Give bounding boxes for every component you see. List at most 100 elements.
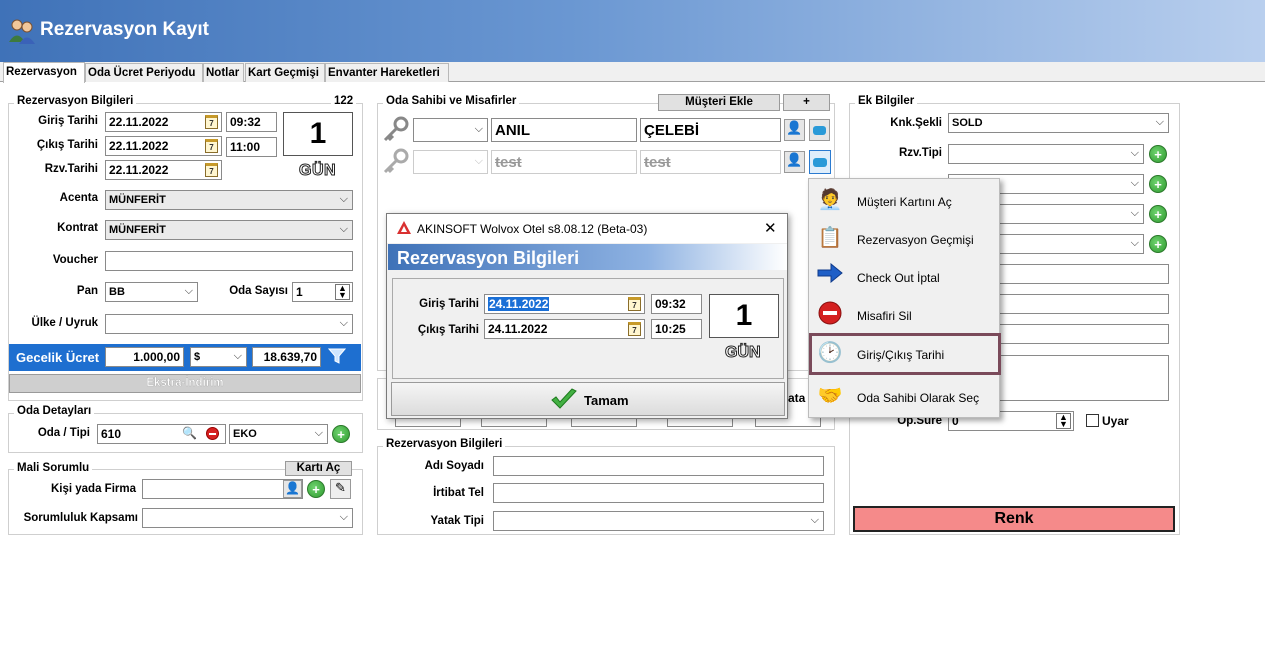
rzv-tipi-select[interactable]: ⌵ (948, 144, 1144, 164)
spinner-arrows-icon[interactable]: ▲ ▼ (1056, 413, 1071, 429)
spinner-arrows-icon[interactable]: ▲ ▼ (335, 284, 350, 300)
dialog-giris-time-field[interactable]: 09:32 (651, 294, 702, 314)
edit-icon[interactable]: ✎ (330, 479, 351, 499)
calendar-icon[interactable]: 7 (628, 297, 641, 311)
giris-date-field[interactable]: 22.11.2022 7 (105, 112, 222, 132)
chevron-down-icon: ⌵ (810, 514, 819, 526)
calendar-icon[interactable]: 7 (205, 163, 218, 177)
rzv-tarihi-label: Rzv.Tarihi (44, 163, 98, 175)
tab-envanter-hareketleri[interactable]: Envanter Hareketleri (325, 63, 449, 82)
yatak-select[interactable]: ⌵ (493, 511, 824, 531)
menu-item-set-as-room-owner[interactable]: 🤝 Oda Sahibi Olarak Seç (809, 378, 999, 414)
dialog-window-title: AKINSOFT Wolvox Otel s8.08.12 (Beta-03) (417, 222, 648, 236)
add-guest-plus-button[interactable]: + (783, 94, 830, 111)
menu-item-checkout-cancel[interactable]: Check Out İptal (809, 258, 999, 294)
chevron-down-icon: ⌵ (339, 317, 348, 329)
kontrat-label: Kontrat (57, 222, 98, 234)
adi-field[interactable] (493, 456, 824, 476)
date-dialog: AKINSOFT Wolvox Otel s8.08.12 (Beta-03) … (386, 213, 788, 419)
giris-time-field[interactable]: 09:32 (226, 112, 277, 132)
ok-button[interactable]: Tamam (391, 382, 785, 416)
delete-icon[interactable] (206, 427, 219, 440)
cikis-date-value: 22.11.2022 (109, 139, 169, 153)
room-number-field[interactable]: 610 🔍 (97, 424, 226, 444)
tab-notlar[interactable]: Notlar (203, 63, 244, 82)
menu-item-label: Giriş/Çıkış Tarihi (857, 348, 945, 362)
dialog-cikis-date-field[interactable]: 24.11.2022 7 (484, 319, 645, 339)
magnifier-icon[interactable]: 🔍 (182, 426, 197, 440)
chevron-down-icon: ⌵ (1130, 177, 1139, 189)
currency-select[interactable]: $ ⌵ (190, 347, 247, 367)
oda-sayisi-spinner[interactable]: 1 ▲ ▼ (292, 282, 353, 302)
person-icon[interactable]: 👤 (283, 480, 302, 498)
kisi-label: Kişi yada Firma (50, 483, 136, 495)
pan-select[interactable]: BB ⌵ (105, 282, 198, 302)
irtibat-field[interactable] (493, 483, 824, 503)
add-extra-2-button[interactable]: + (1149, 205, 1167, 223)
guest-first-name-1[interactable]: ANIL (491, 118, 637, 142)
room-section-title: Oda Detayları (14, 405, 95, 417)
chevron-down-icon: ⌵ (339, 193, 348, 205)
tab-rezervasyon[interactable]: Rezervasyon (3, 62, 85, 83)
dialog-days-unit: GÜN (725, 344, 762, 362)
kapsam-select[interactable]: ⌵ (142, 508, 353, 528)
kisi-field[interactable] (142, 479, 303, 499)
menu-item-delete-guest[interactable]: Misafiri Sil (809, 296, 999, 332)
guest-card-icon-1[interactable]: 👤 (784, 119, 805, 141)
dialog-cikis-time-field[interactable]: 10:25 (651, 319, 702, 339)
chevron-down-icon: ⌵ (1130, 237, 1139, 249)
calendar-icon[interactable]: 7 (205, 139, 218, 153)
menu-item-reservation-history[interactable]: 📋 Rezervasyon Geçmişi (809, 220, 999, 256)
tab-kart-gecmisi[interactable]: Kart Geçmişi (245, 63, 325, 82)
oda-sayisi-value: 1 (296, 285, 303, 299)
rzv-date-field[interactable]: 22.11.2022 7 (105, 160, 222, 180)
chevron-down-icon: ⌵ (1130, 147, 1139, 159)
guest-card-icon-2[interactable]: 👤 (784, 151, 805, 173)
dialog-giris-date-field[interactable]: 24.11.2022 7 (484, 294, 645, 314)
checkmark-icon (550, 388, 578, 413)
gecelik-field[interactable]: 1.000,00 (105, 347, 184, 367)
add-person-button[interactable]: + (307, 480, 325, 498)
dialog-giris-label: Giriş Tarihi (419, 298, 479, 310)
ulke-select[interactable]: ⌵ (105, 314, 353, 334)
close-icon[interactable]: ✕ (764, 219, 777, 237)
add-rzv-tipi-button[interactable]: + (1149, 145, 1167, 163)
guest-title-select-2[interactable]: ⌵ (413, 150, 488, 174)
uyar-label: Uyar (1102, 414, 1129, 428)
add-extra-1-button[interactable]: + (1149, 175, 1167, 193)
guest-menu-icon-2[interactable] (809, 150, 831, 174)
kontrat-select[interactable]: MÜNFERİT ⌵ (105, 220, 353, 240)
total-field[interactable]: 18.639,70 (252, 347, 321, 367)
partial-label: ata (788, 391, 806, 405)
users-icon (8, 18, 36, 44)
filter-icon[interactable] (326, 348, 348, 366)
guest-menu-icon-1[interactable] (809, 119, 830, 141)
add-room-type-button[interactable]: + (332, 425, 350, 443)
room-type-select[interactable]: EKO ⌵ (229, 424, 328, 444)
tab-oda-ucret-periyodu[interactable]: Oda Ücret Periyodu (85, 63, 203, 82)
add-extra-3-button[interactable]: + (1149, 235, 1167, 253)
guest-title-select-1[interactable]: ⌵ (413, 118, 488, 142)
acenta-value: MÜNFERİT (109, 194, 166, 206)
uyar-checkbox[interactable] (1086, 414, 1099, 427)
dialog-cikis-date-value: 24.11.2022 (488, 322, 548, 336)
add-customer-button[interactable]: Müşteri Ekle (658, 94, 780, 111)
title-bar: Rezervasyon Kayıt (0, 0, 1265, 62)
renk-button[interactable]: Renk (853, 506, 1175, 532)
handshake-icon: 🤝 (817, 385, 843, 407)
calendar-icon[interactable]: 7 (205, 115, 218, 129)
extra-discount-button[interactable]: Ekstra-İndirim (9, 374, 361, 393)
cikis-time-field[interactable]: 11:00 (226, 137, 277, 157)
guest-last-name-2[interactable]: test (640, 150, 781, 174)
calendar-icon[interactable]: 7 (628, 322, 641, 336)
context-menu: 🧑‍💼 Müşteri Kartını Aç 📋 Rezervasyon Geç… (808, 178, 1001, 418)
cikis-date-field[interactable]: 22.11.2022 7 (105, 136, 222, 156)
knk-select[interactable]: SOLD ⌵ (948, 113, 1169, 133)
guest-first-name-2[interactable]: test (491, 150, 637, 174)
menu-item-checkin-checkout-date[interactable]: 🕑 Giriş/Çıkış Tarihi (809, 333, 1001, 375)
guest-last-name-1[interactable]: ÇELEBİ (640, 118, 781, 142)
voucher-field[interactable] (105, 251, 353, 271)
open-card-button[interactable]: Kartı Aç (285, 461, 352, 476)
menu-item-open-customer-card[interactable]: 🧑‍💼 Müşteri Kartını Aç (809, 182, 999, 218)
acenta-select[interactable]: MÜNFERİT ⌵ (105, 190, 353, 210)
